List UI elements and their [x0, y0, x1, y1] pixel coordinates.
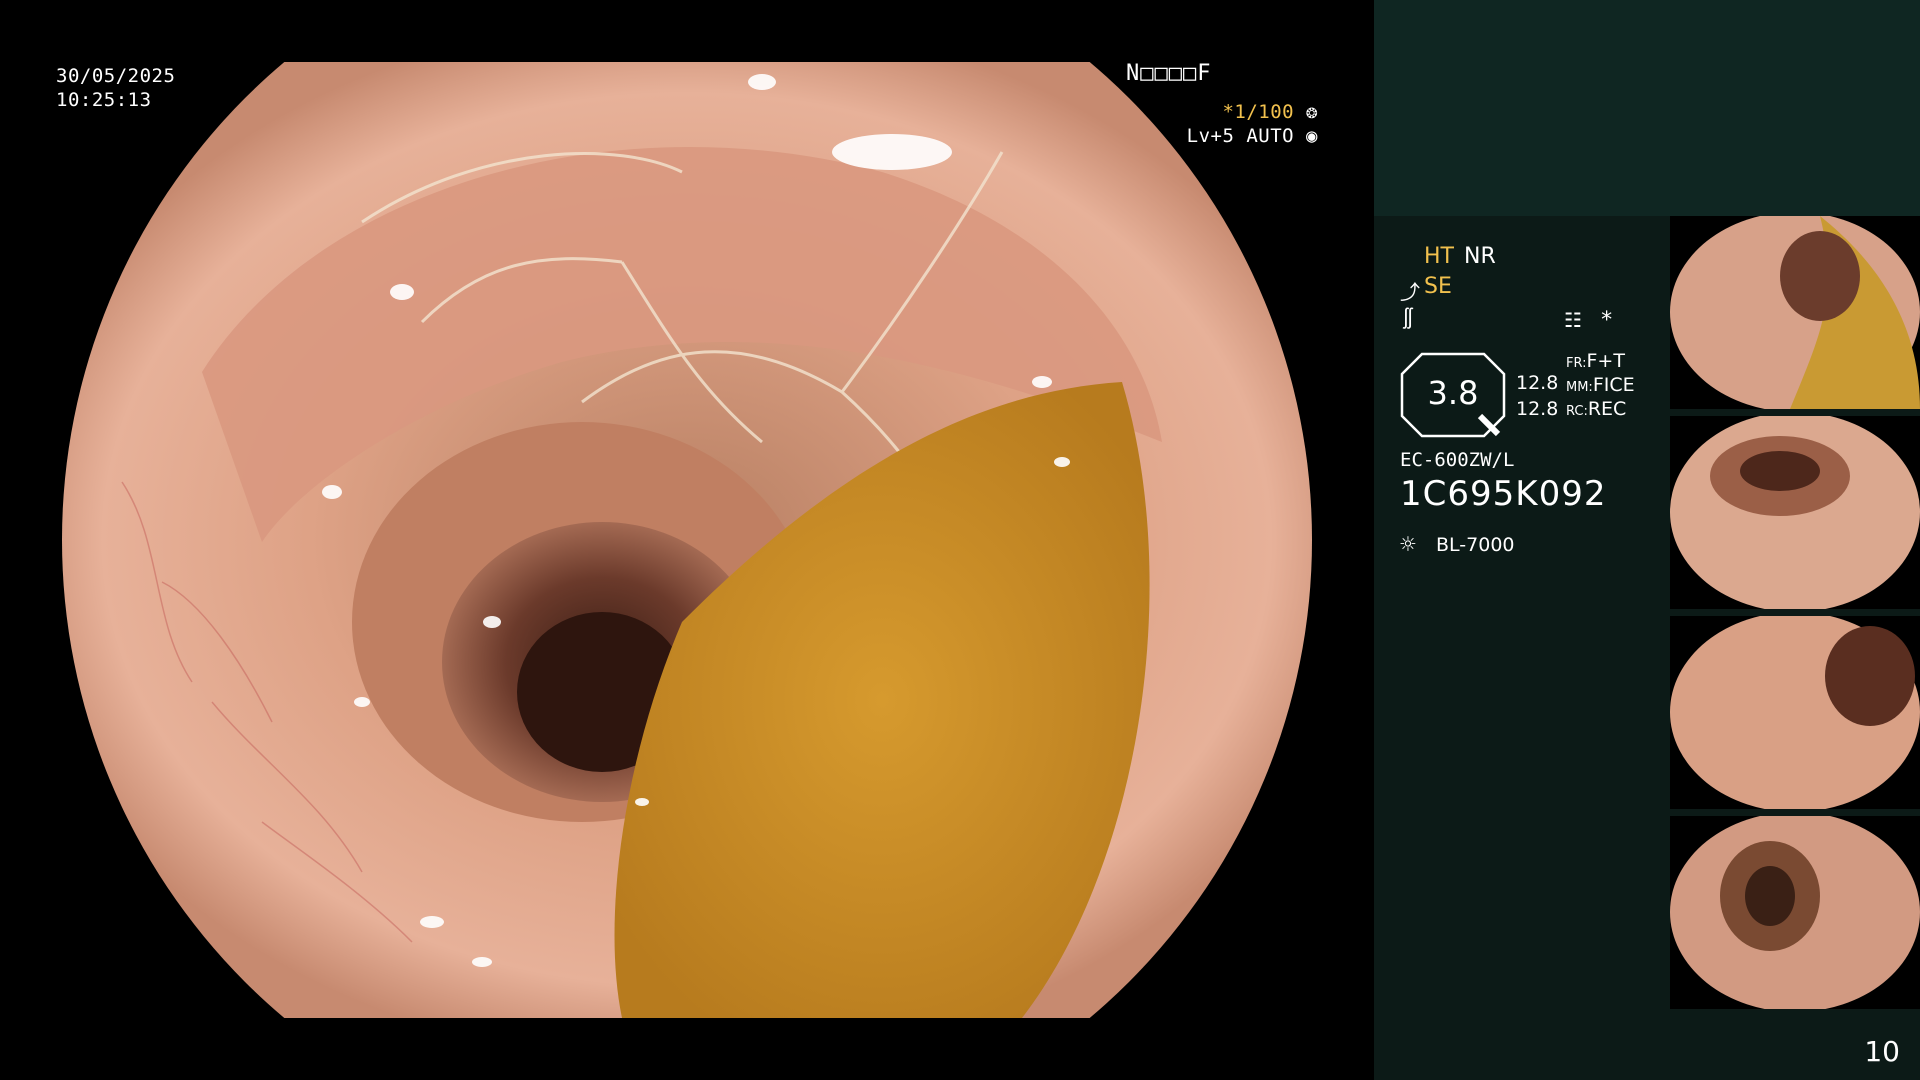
light-source-icon: ☼: [1400, 530, 1416, 560]
thumbnail-image: [1670, 816, 1920, 1009]
value-row-1: 12.8: [1516, 372, 1559, 394]
nr-indicator: NR: [1464, 244, 1496, 269]
patient-code: N□□□□F: [1126, 61, 1212, 86]
zoom-value: 3.8: [1427, 374, 1479, 412]
aperture-icon: ❂: [1306, 101, 1318, 123]
fr-label: FR:: [1566, 356, 1587, 371]
thumbnail-image: [1670, 216, 1920, 409]
rc-value: REC: [1587, 398, 1627, 420]
info-panel: HT NR ⤴ SE ∬ ☷ * 3.8 12.8 12.8 FR:F+T MM…: [1374, 0, 1920, 1080]
thumbnail-4[interactable]: [1670, 816, 1920, 1009]
fr-row: FR:F+T: [1566, 350, 1625, 372]
endoscopy-main-view: [62, 62, 1312, 1018]
mm-label: MM:: [1566, 380, 1593, 395]
rc-row: RC:REC: [1566, 398, 1626, 420]
scope-serial: 1C695K092: [1400, 474, 1607, 514]
date-label: 30/05/2025: [56, 65, 176, 87]
value-row-2: 12.8: [1516, 398, 1559, 420]
panel-header-area: [1374, 0, 1920, 216]
brightness-level: Lv+5 AUTO: [1186, 125, 1295, 147]
color-tone-icon: ∬: [1402, 306, 1415, 330]
fr-value: F+T: [1586, 350, 1625, 372]
colon-lumen-image: [62, 62, 1312, 1018]
se-indicator: SE: [1424, 274, 1452, 299]
thumbnail-image: [1670, 616, 1920, 809]
time-label: 10:25:13: [56, 89, 152, 111]
auto-iris-icon: ◉: [1306, 125, 1318, 147]
datetime-display: 30/05/2025 10:25:13: [56, 64, 175, 112]
thumbnail-3[interactable]: [1670, 616, 1920, 809]
mm-row: MM:FICE: [1566, 374, 1635, 396]
shutter-speed: *1/100: [1222, 101, 1295, 123]
light-source-model: BL-7000: [1436, 534, 1515, 556]
menu-list-icon: ☷: [1564, 308, 1582, 332]
ht-indicator: HT: [1424, 244, 1454, 269]
thumbnail-2[interactable]: [1670, 416, 1920, 609]
scope-model: EC-600ZW/L: [1400, 449, 1515, 471]
mm-value: FICE: [1592, 374, 1635, 396]
thumbnail-1[interactable]: [1670, 216, 1920, 409]
exposure-settings: *1/100 ❂ Lv+5 AUTO ◉: [1187, 100, 1318, 148]
thumbnail-image: [1670, 416, 1920, 609]
star-indicator: *: [1600, 308, 1614, 333]
structure-enhance-icon: ⤴: [1400, 280, 1420, 304]
page-number: 10: [1864, 1035, 1900, 1068]
rc-label: RC:: [1566, 404, 1588, 419]
